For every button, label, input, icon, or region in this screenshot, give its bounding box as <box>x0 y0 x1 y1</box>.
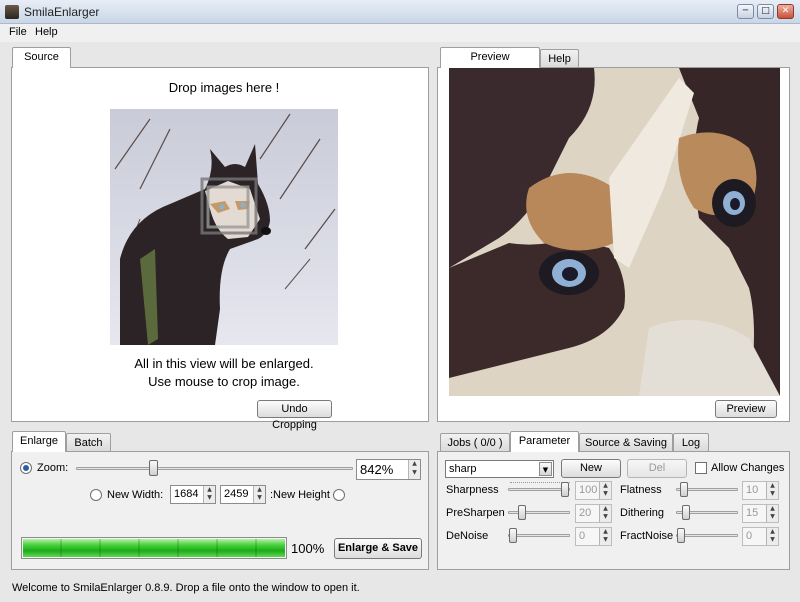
tab-parameter[interactable]: Parameter <box>510 431 579 452</box>
enlarge-panel: Zoom: 842% ▲ ▼ New Width: 1684 ▲ ▼ 2459 ▲ ▼… <box>11 451 429 570</box>
presharpen-field[interactable]: 20 ▲ ▼ <box>575 504 612 523</box>
delete-preset-button[interactable]: Del <box>627 459 687 478</box>
height-field[interactable]: 2459 ▲ ▼ <box>220 485 266 504</box>
enlarge-save-button[interactable]: Enlarge & Save <box>334 538 422 559</box>
status-bar: Welcome to SmilaEnlarger 0.8.9. Drop a f… <box>0 576 800 602</box>
window-title: SmilaEnlarger <box>24 5 100 19</box>
flatness-slider-handle[interactable] <box>680 482 688 497</box>
presharpen-label: PreSharpen <box>446 507 505 519</box>
tab-source[interactable]: Source <box>12 47 71 68</box>
allow-changes-label: Allow Changes <box>711 462 785 474</box>
preview-button[interactable]: Preview <box>715 400 777 418</box>
tab-jobs[interactable]: Jobs ( 0/0 ) <box>440 433 510 452</box>
fractnoise-slider-track[interactable] <box>676 534 738 537</box>
menu-file[interactable]: File <box>9 26 27 38</box>
close-icon[interactable]: ✕ <box>777 4 794 19</box>
zoom-slider-handle[interactable] <box>149 460 158 476</box>
progress-fill <box>23 539 285 557</box>
status-text: Welcome to SmilaEnlarger 0.8.9. Drop a f… <box>12 582 360 594</box>
dithering-label: Dithering <box>620 507 665 519</box>
maximize-icon[interactable]: □ <box>757 4 774 19</box>
new-preset-button[interactable]: New <box>561 459 621 478</box>
new-width-radio[interactable] <box>90 489 102 501</box>
preview-image <box>449 68 780 396</box>
progress-bar <box>21 537 287 559</box>
sharpness-slider-handle[interactable] <box>561 482 569 497</box>
preview-panel: Preview <box>437 67 790 422</box>
denoise-slider-track[interactable] <box>508 534 570 537</box>
allow-changes-checkbox[interactable] <box>695 462 707 474</box>
zoom-slider-track[interactable] <box>76 467 353 470</box>
dithering-field[interactable]: 15 ▲ ▼ <box>742 504 779 523</box>
source-canvas[interactable]: Drop images here ! All in this view will… <box>110 71 338 394</box>
app-icon <box>5 5 19 19</box>
sharpness-field[interactable]: 100 ▲ ▼ <box>575 481 612 500</box>
tab-log[interactable]: Log <box>673 433 709 452</box>
tab-preview[interactable]: Preview <box>440 47 540 68</box>
width-field[interactable]: 1684 ▲ ▼ <box>170 485 216 504</box>
minimize-icon[interactable]: ─ <box>737 4 754 19</box>
fractnoise-slider-handle[interactable] <box>677 528 685 543</box>
zoom-radio[interactable] <box>20 462 32 474</box>
sharpness-label: Sharpness <box>446 484 499 496</box>
info-line-2: Use mouse to crop image. <box>148 374 300 389</box>
denoise-label: DeNoise <box>446 530 489 542</box>
menu-help[interactable]: Help <box>35 26 58 38</box>
drop-hint: Drop images here ! <box>168 80 280 95</box>
zoom-label: Zoom: <box>37 462 69 474</box>
source-panel: Drop images here ! All in this view will… <box>11 67 429 431</box>
zoom-field[interactable]: 842% ▲ ▼ <box>356 459 421 480</box>
info-line-1: All in this view will be enlarged. <box>134 356 314 371</box>
title-bar: SmilaEnlarger ─ □ ✕ <box>0 0 800 24</box>
undo-cropping-button[interactable]: Undo Cropping <box>257 400 332 431</box>
flatness-field[interactable]: 10 ▲ ▼ <box>742 481 779 500</box>
new-height-label: :New Height <box>270 489 330 501</box>
denoise-field[interactable]: 0 ▲ ▼ <box>575 527 612 546</box>
presharpen-slider-handle[interactable] <box>518 505 526 520</box>
new-width-label: New Width: <box>107 489 164 501</box>
preset-select[interactable]: sharp ▼ <box>445 460 554 478</box>
fractnoise-field[interactable]: 0 ▲ ▼ <box>742 527 779 546</box>
tab-source-saving[interactable]: Source & Saving <box>579 433 673 452</box>
chevron-down-icon[interactable]: ▼ <box>539 462 552 476</box>
progress-percent: 100% <box>291 541 325 556</box>
new-height-radio[interactable] <box>333 489 345 501</box>
dithering-slider-handle[interactable] <box>682 505 690 520</box>
tab-enlarge[interactable]: Enlarge <box>12 431 66 452</box>
fractnoise-label: FractNoise <box>620 530 674 542</box>
denoise-slider-handle[interactable] <box>509 528 517 543</box>
tab-help[interactable]: Help <box>540 49 579 68</box>
source-image[interactable] <box>110 109 338 345</box>
flatness-label: Flatness <box>620 484 662 496</box>
parameter-panel: sharp ▼ New Del Allow Changes Sharpness … <box>437 451 790 570</box>
tab-batch[interactable]: Batch <box>66 433 111 452</box>
menu-bar: File Help <box>0 24 800 42</box>
